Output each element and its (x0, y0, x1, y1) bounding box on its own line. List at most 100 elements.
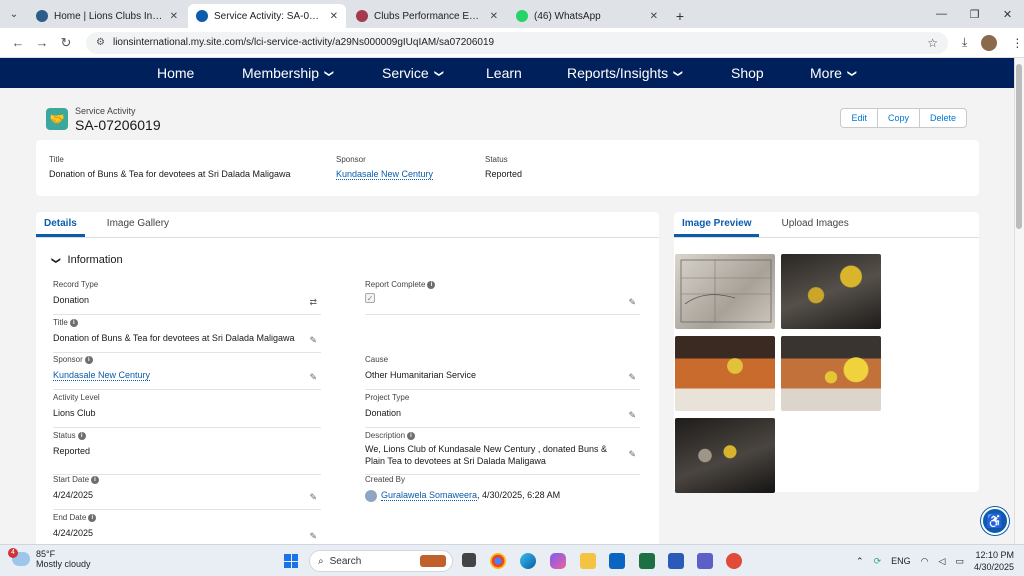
chrome-icon[interactable] (490, 553, 506, 569)
new-tab-plus-icon[interactable]: + (668, 4, 692, 28)
tab-image-gallery[interactable]: Image Gallery (99, 212, 177, 237)
field-value: Reported (485, 169, 523, 179)
speaker-icon[interactable]: ◁ (939, 556, 946, 567)
browser-tab-home[interactable]: Home | Lions Clubs Internationa... ✕ (28, 4, 186, 28)
edge-icon[interactable] (520, 553, 536, 569)
nav-shop[interactable]: Shop (731, 65, 764, 81)
site-info-icon[interactable]: ⚙ (96, 37, 105, 48)
nav-label: More (810, 65, 842, 81)
scrollbar-thumb[interactable] (1016, 64, 1022, 229)
file-explorer-icon[interactable] (580, 553, 596, 569)
battery-icon[interactable]: ▭ (955, 556, 964, 567)
edit-pencil-icon[interactable]: ✎ (309, 492, 317, 503)
sync-icon[interactable]: ⟳ (874, 556, 882, 567)
back-arrow-icon[interactable]: ← (6, 35, 30, 50)
browser-tab-service-activity[interactable]: Service Activity: SA-07206019 ✕ (188, 4, 346, 28)
language-indicator[interactable]: ENG (891, 556, 911, 566)
task-view-icon[interactable] (462, 553, 476, 567)
edit-pencil-icon[interactable]: ✎ (309, 335, 317, 346)
word-icon[interactable] (668, 553, 684, 569)
field-created-by: Created By Guralawela Somaweera, 4/30/20… (365, 475, 640, 510)
image-thumbnail-donation-van[interactable] (781, 336, 881, 411)
image-thumbnail-serving-tea[interactable] (675, 418, 775, 493)
tab-details[interactable]: Details (36, 212, 85, 237)
nav-reports-insights[interactable]: Reports/Insights ❯ (567, 65, 684, 81)
clock[interactable]: 12:10 PM 4/30/2025 (974, 549, 1014, 573)
info-icon[interactable]: i (84, 355, 93, 364)
url-field[interactable]: ⚙ lionsinternational.my.site.com/s/lci-s… (86, 31, 948, 54)
field-title: Title i Donation of Buns & Tea for devote… (53, 318, 321, 353)
copilot-icon[interactable] (550, 553, 566, 569)
close-tab-icon[interactable]: ✕ (170, 11, 178, 22)
close-tab-icon[interactable]: ✕ (330, 11, 338, 22)
image-thumbnail-receipt[interactable] (675, 254, 775, 329)
window-controls: — ❐ ✕ (925, 0, 1024, 28)
bookmark-star-icon[interactable]: ☆ (927, 36, 938, 50)
close-window-icon[interactable]: ✕ (991, 0, 1024, 28)
created-date: , 4/30/2025, 6:28 AM (477, 490, 561, 500)
edit-button[interactable]: Edit (841, 109, 878, 127)
edit-pencil-icon[interactable]: ✎ (628, 297, 636, 308)
whatsapp-favicon-icon (516, 10, 528, 22)
section-title: Information (67, 254, 123, 266)
delete-button[interactable]: Delete (920, 109, 966, 127)
info-icon[interactable]: i (91, 475, 100, 484)
excel-icon[interactable] (639, 553, 655, 569)
taskbar-search[interactable]: ⌕ Search (309, 550, 453, 572)
browser-menu-icon[interactable]: ⋮ (1011, 36, 1023, 50)
reload-icon[interactable]: ↻ (54, 35, 78, 51)
nav-home[interactable]: Home (157, 65, 194, 81)
outlook-icon[interactable] (609, 553, 625, 569)
chevron-down-icon: ❯ (673, 69, 684, 77)
weather-widget[interactable]: 4 85°F Mostly cloudy (8, 548, 91, 569)
details-tabs: Details Image Gallery (36, 212, 659, 238)
info-icon[interactable]: i (427, 280, 436, 289)
change-record-type-icon[interactable]: ⇄ (309, 297, 317, 308)
field-label: Status (53, 431, 76, 440)
accessibility-icon[interactable]: ♿ (981, 507, 1009, 535)
edit-pencil-icon[interactable]: ✎ (628, 410, 636, 421)
tab-upload-images[interactable]: Upload Images (773, 212, 856, 237)
nav-label: Membership (242, 65, 320, 81)
download-icon[interactable]: ⤓ (962, 35, 967, 50)
edit-pencil-icon[interactable]: ✎ (309, 531, 317, 542)
chevron-up-icon[interactable]: ⌃ (856, 556, 864, 567)
info-icon[interactable]: i (69, 318, 78, 327)
highlight-title: Title Donation of Buns & Tea for devotee… (49, 155, 290, 179)
browser-tab-strip: ⌄ Home | Lions Clubs Internationa... ✕ S… (0, 0, 1024, 28)
info-icon[interactable]: i (88, 513, 97, 522)
nav-membership[interactable]: Membership ❯ (242, 65, 334, 81)
copy-button[interactable]: Copy (878, 109, 920, 127)
sponsor-link[interactable]: Kundasale New Century (336, 169, 434, 180)
minimize-icon[interactable]: — (925, 0, 958, 28)
information-section-header[interactable]: ❯ Information (51, 254, 123, 266)
windows-start-icon[interactable] (284, 554, 298, 568)
info-icon[interactable]: i (407, 431, 416, 440)
wps-office-icon[interactable] (726, 553, 742, 569)
browser-tab-whatsapp[interactable]: (46) WhatsApp ✕ (508, 4, 666, 28)
image-thumbnail-volunteers[interactable] (781, 254, 881, 329)
sponsor-link[interactable]: Kundasale New Century (53, 370, 151, 381)
nav-learn[interactable]: Learn (486, 65, 522, 81)
edit-pencil-icon[interactable]: ✎ (628, 449, 636, 460)
edit-pencil-icon[interactable]: ✎ (628, 372, 636, 383)
browser-tab-clubs-performance[interactable]: Clubs Performance Evaluation S... ✕ (348, 4, 506, 28)
image-tabs: Image Preview Upload Images (674, 212, 979, 238)
nav-more[interactable]: More ❯ (810, 65, 857, 81)
image-thumbnail-buns[interactable] (675, 336, 775, 411)
profile-avatar[interactable] (981, 34, 998, 51)
restore-icon[interactable]: ❐ (958, 0, 991, 28)
wifi-icon[interactable]: ◠ (921, 556, 929, 567)
close-tab-icon[interactable]: ✕ (650, 11, 658, 22)
tab-search-chevron-icon[interactable]: ⌄ (0, 0, 28, 28)
nav-service[interactable]: Service ❯ (382, 65, 444, 81)
highlight-sponsor: Sponsor Kundasale New Century (336, 155, 434, 180)
forward-arrow-icon[interactable]: → (30, 35, 54, 50)
edit-pencil-icon[interactable]: ✎ (309, 372, 317, 383)
info-icon[interactable]: i (77, 431, 86, 440)
teams-icon[interactable] (697, 553, 713, 569)
close-tab-icon[interactable]: ✕ (490, 11, 498, 22)
system-tray: ⌃ ⟳ ENG ◠ ◁ ▭ 12:10 PM 4/30/2025 (856, 545, 1024, 576)
tab-image-preview[interactable]: Image Preview (674, 212, 760, 237)
created-by-user-link[interactable]: Guralawela Somaweera (381, 490, 478, 501)
